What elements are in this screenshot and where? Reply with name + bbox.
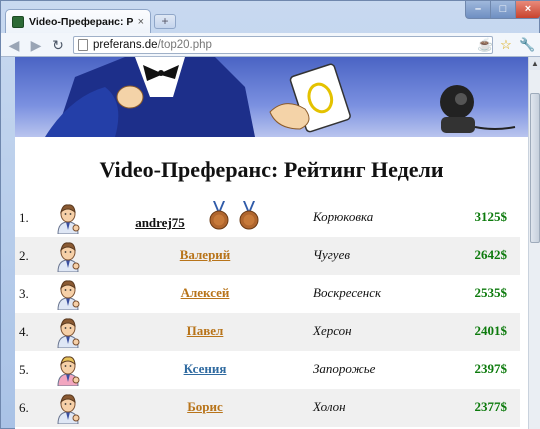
- player-name-link[interactable]: Валерий: [135, 247, 275, 263]
- player-city: Запорожье: [313, 361, 376, 376]
- player-name-link[interactable]: Алексей: [135, 285, 275, 301]
- table-row: 1. andrej75 Корюковка 3125$: [15, 199, 520, 237]
- favicon-icon: [12, 15, 24, 28]
- male-avatar-icon: [55, 240, 81, 273]
- browser-window: Video-Преферанс: Рейтин... × + – □ × ◀ ▶…: [0, 0, 540, 429]
- male-avatar-icon: [55, 278, 81, 311]
- player-city: Холон: [313, 399, 346, 414]
- forward-icon[interactable]: ▶: [27, 36, 45, 54]
- player-score: 2377$: [474, 399, 508, 414]
- close-window-button[interactable]: ×: [515, 1, 540, 19]
- minimize-button[interactable]: –: [465, 1, 491, 19]
- rank-number: 6.: [19, 400, 29, 415]
- extension-icon[interactable]: ☕: [477, 37, 493, 53]
- tab-strip: Video-Преферанс: Рейтин... × + – □ ×: [1, 1, 540, 33]
- player-name-link[interactable]: andrej75: [115, 215, 205, 231]
- browser-toolbar: ◀ ▶ ↻ preferans.de/top20.php ☕ ☆ 🔧: [1, 33, 540, 57]
- browser-tab[interactable]: Video-Преферанс: Рейтин... ×: [5, 9, 151, 33]
- table-row: 5. Ксения Запорожье 2397$: [15, 351, 520, 389]
- bronze-medal-icon: [238, 201, 260, 231]
- player-score: 2535$: [474, 285, 508, 300]
- player-city: Воскресенск: [313, 285, 382, 300]
- vertical-scrollbar[interactable]: ▲: [528, 57, 540, 429]
- maximize-button[interactable]: □: [490, 1, 516, 19]
- table-row: 3. Алексей Воскресенск 2535$: [15, 275, 520, 313]
- player-name-link[interactable]: Ксения: [135, 361, 275, 377]
- page-icon: [78, 39, 88, 51]
- player-name-link[interactable]: Павел: [135, 323, 275, 339]
- rank-number: 3.: [19, 286, 29, 301]
- new-tab-button[interactable]: +: [154, 14, 176, 29]
- rank-number: 4.: [19, 324, 29, 339]
- wrench-icon[interactable]: 🔧: [519, 37, 535, 53]
- table-row: 4. Павел Херсон 2401$: [15, 313, 520, 351]
- male-avatar-icon: [55, 202, 81, 235]
- scroll-up-icon[interactable]: ▲: [529, 57, 540, 70]
- rating-table: 1. andrej75 Корюковка 3125$ 2. Валерий Чугу…: [15, 199, 520, 427]
- star-icon[interactable]: ☆: [498, 37, 514, 53]
- female-avatar-icon: [55, 354, 81, 387]
- url-host: preferans.de: [93, 39, 158, 51]
- table-row: 2. Валерий Чугуев 2642$: [15, 237, 520, 275]
- rank-number: 5.: [19, 362, 29, 377]
- male-avatar-icon: [55, 316, 81, 349]
- tab-title: Video-Преферанс: Рейтин...: [29, 15, 133, 28]
- site-banner: [15, 57, 528, 137]
- player-score: 2397$: [474, 361, 508, 376]
- player-city: Херсон: [313, 323, 352, 338]
- back-icon[interactable]: ◀: [5, 36, 23, 54]
- rank-number: 1.: [19, 210, 29, 225]
- page-viewport: Video-Преферанс: Рейтинг Недели 1. andre…: [15, 57, 528, 429]
- male-avatar-icon: [55, 392, 81, 425]
- player-score: 3125$: [474, 209, 508, 224]
- url-path: /top20.php: [157, 39, 212, 51]
- close-tab-icon[interactable]: ×: [138, 16, 144, 28]
- player-score: 2642$: [474, 247, 508, 262]
- scroll-thumb[interactable]: [530, 93, 540, 243]
- player-city: Корюковка: [313, 209, 374, 224]
- player-name-link[interactable]: Борис: [135, 399, 275, 415]
- address-bar[interactable]: preferans.de/top20.php: [73, 36, 493, 54]
- reload-icon[interactable]: ↻: [49, 36, 67, 54]
- player-city: Чугуев: [313, 247, 350, 262]
- player-score: 2401$: [474, 323, 508, 338]
- table-row: 6. Борис Холон 2377$: [15, 389, 520, 427]
- banner-illustration: [45, 57, 516, 137]
- bronze-medal-icon: [208, 201, 230, 231]
- page-title: Video-Преферанс: Рейтинг Недели: [99, 157, 444, 182]
- rank-number: 2.: [19, 248, 29, 263]
